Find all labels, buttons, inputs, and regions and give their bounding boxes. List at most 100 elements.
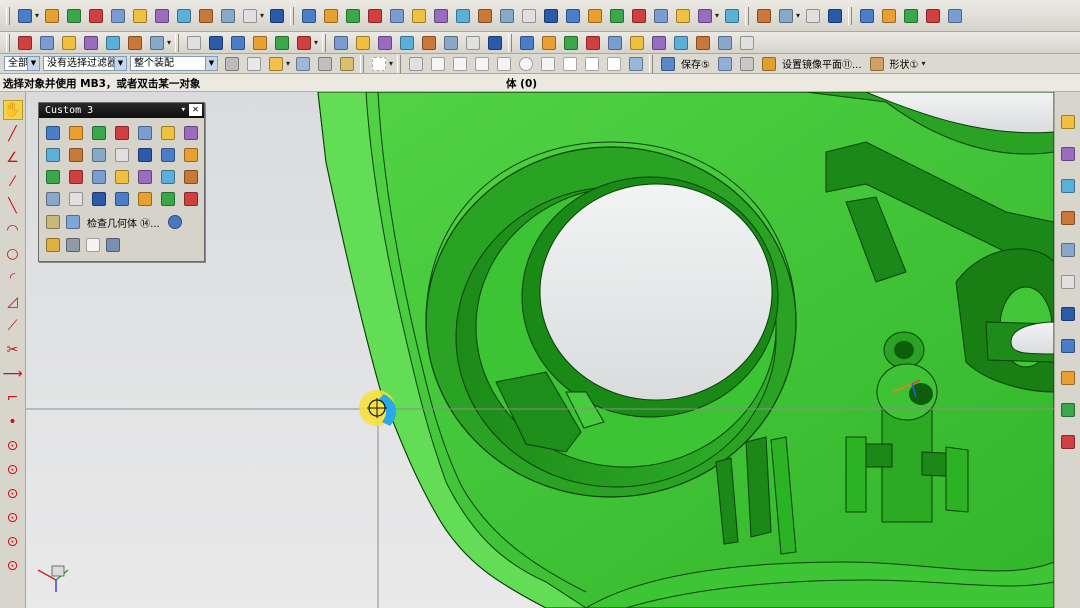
wrap-icon[interactable] — [463, 33, 483, 53]
patch-icon[interactable] — [158, 167, 178, 187]
sweep-icon[interactable] — [343, 6, 363, 26]
chevron-down-icon[interactable]: ▾ — [922, 59, 926, 68]
assembly-navigator-icon[interactable] — [1058, 112, 1078, 132]
fillet-icon[interactable]: ◜ — [3, 268, 23, 288]
circle-quad-icon[interactable]: ⊙ — [3, 460, 23, 480]
web-browser-icon[interactable] — [1058, 208, 1078, 228]
shell-icon[interactable] — [181, 123, 201, 143]
chevron-down-icon[interactable]: ▾ — [389, 59, 393, 68]
helix-icon[interactable] — [857, 6, 877, 26]
custom-toolbar-titlebar[interactable]: Custom 3 ▾ ✕ — [39, 103, 204, 118]
chevron-down-icon[interactable]: ▾ — [796, 11, 800, 20]
section-curve-icon[interactable] — [419, 33, 439, 53]
snap-misc-icon[interactable] — [626, 54, 646, 74]
visualization-icon[interactable] — [1058, 432, 1078, 452]
point-icon[interactable]: • — [3, 412, 23, 432]
toolbar-grip[interactable] — [360, 54, 365, 73]
snap-end-icon[interactable] — [406, 54, 426, 74]
shape-button-label[interactable]: 形状① — [890, 56, 919, 71]
hide-icon[interactable] — [485, 33, 505, 53]
window-icon[interactable] — [737, 54, 757, 74]
chevron-down-icon[interactable]: ▾ — [286, 59, 290, 68]
camera-icon[interactable] — [605, 33, 625, 53]
pattern-icon[interactable] — [112, 189, 132, 209]
circle-icon[interactable]: ○ — [3, 244, 23, 264]
export-icon[interactable] — [649, 33, 669, 53]
trim-icon[interactable] — [181, 145, 201, 165]
layer-icon[interactable] — [15, 33, 35, 53]
curve-icon[interactable] — [181, 167, 201, 187]
role-icon[interactable] — [1058, 368, 1078, 388]
sphere-icon[interactable] — [196, 6, 216, 26]
body-icon[interactable] — [158, 189, 178, 209]
point-icon[interactable] — [722, 6, 742, 26]
chevron-down-icon[interactable]: ▾ — [181, 103, 186, 118]
chevron-down-icon[interactable]: ▾ — [167, 38, 171, 47]
fillet-curve-icon[interactable] — [945, 6, 965, 26]
chamfer-icon[interactable] — [629, 6, 649, 26]
book-icon[interactable] — [158, 123, 178, 143]
print-icon[interactable] — [715, 33, 735, 53]
offset-icon[interactable] — [112, 167, 132, 187]
mirror-plane-button-label[interactable]: 设置镜像平面⑪... — [782, 56, 862, 71]
snap-mid-icon[interactable] — [450, 54, 470, 74]
measure-icon[interactable] — [695, 6, 715, 26]
scene-icon[interactable] — [627, 33, 647, 53]
cut-icon[interactable] — [135, 189, 155, 209]
snap-plus-icon[interactable] — [560, 54, 580, 74]
spline-tool-icon[interactable] — [294, 33, 314, 53]
csys-icon[interactable] — [803, 6, 823, 26]
boolean-icon[interactable] — [453, 6, 473, 26]
mirror-icon[interactable] — [89, 189, 109, 209]
nx-logo-icon[interactable] — [108, 6, 128, 26]
shell-icon[interactable] — [152, 6, 172, 26]
light-icon[interactable] — [583, 33, 603, 53]
toolbar-grip[interactable] — [322, 33, 327, 52]
close-icon[interactable]: ✕ — [189, 104, 202, 116]
tube-icon[interactable] — [89, 145, 109, 165]
deselect-icon[interactable] — [222, 54, 242, 74]
subtract-icon[interactable] — [112, 123, 132, 143]
extrude-icon[interactable] — [299, 6, 319, 26]
shape-icon[interactable] — [867, 54, 887, 74]
project-icon[interactable] — [375, 33, 395, 53]
toolbar-grip[interactable] — [290, 6, 295, 25]
toolbar-grip[interactable] — [6, 33, 10, 52]
extend-icon[interactable]: ⟶ — [2, 364, 22, 384]
pipe-icon[interactable] — [66, 167, 86, 187]
cone-icon[interactable] — [267, 6, 287, 26]
wizard-icon[interactable] — [43, 235, 63, 255]
mirror-icon[interactable] — [563, 6, 583, 26]
check-geometry-icon[interactable] — [63, 212, 83, 232]
plot-icon[interactable] — [693, 33, 713, 53]
offset-curve-icon[interactable] — [353, 33, 373, 53]
snap-icon[interactable] — [81, 33, 101, 53]
pencil-icon[interactable] — [337, 54, 357, 74]
toolbar-grip[interactable] — [508, 33, 513, 52]
material-icon[interactable] — [561, 33, 581, 53]
edge-select-icon[interactable] — [315, 54, 335, 74]
polygon-icon[interactable] — [250, 33, 270, 53]
snap-quadrant-icon[interactable] — [538, 54, 558, 74]
cut-icon[interactable] — [475, 6, 495, 26]
reuse-library-icon[interactable] — [1058, 240, 1078, 260]
process-icon[interactable] — [1058, 304, 1078, 324]
line-icon[interactable]: ╱ — [3, 124, 23, 144]
frame-icon[interactable] — [83, 235, 103, 255]
toolbar-grip[interactable] — [175, 33, 180, 52]
revolve-icon[interactable] — [321, 6, 341, 26]
arc-icon[interactable]: ◠ — [3, 220, 23, 240]
image-icon[interactable] — [671, 33, 691, 53]
corner-icon[interactable]: ⌐ — [3, 388, 23, 408]
toolbar-grip[interactable] — [397, 54, 402, 73]
trim-icon[interactable]: ✂ — [3, 340, 23, 360]
cube-icon[interactable] — [43, 167, 63, 187]
intersect-curve-icon[interactable] — [397, 33, 417, 53]
history-icon[interactable] — [1058, 176, 1078, 196]
new-file-icon[interactable] — [15, 6, 35, 26]
scissors-icon[interactable] — [181, 189, 201, 209]
custom-toolbar-panel[interactable]: Custom 3 ▾ ✕ 检查几何体 ⑭... — [38, 102, 205, 262]
unite-icon[interactable] — [89, 123, 109, 143]
type-filter-select[interactable]: 全部 ▼ — [4, 56, 40, 71]
offset-icon[interactable] — [585, 6, 605, 26]
